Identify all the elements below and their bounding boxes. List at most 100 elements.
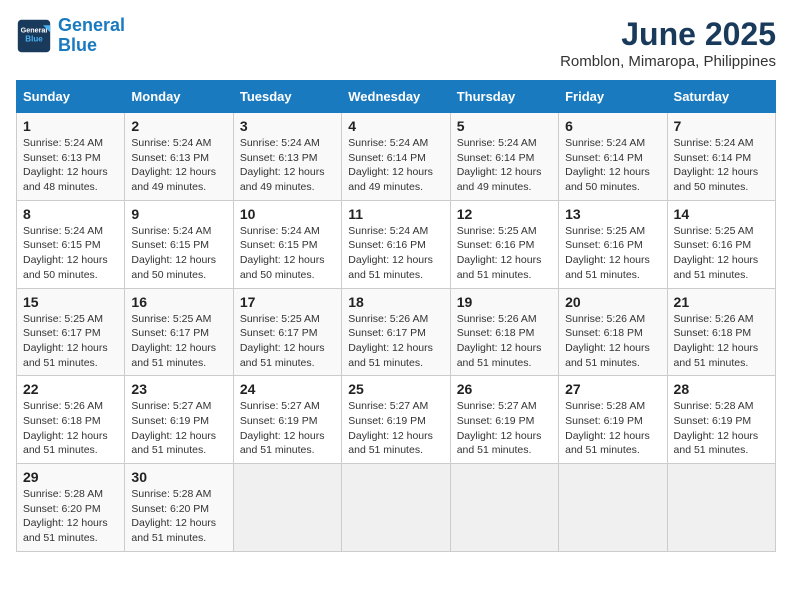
day-info: Sunrise: 5:24 AMSunset: 6:14 PMDaylight:…	[457, 137, 542, 193]
calendar-cell-29: 29 Sunrise: 5:28 AMSunset: 6:20 PMDayligh…	[17, 464, 125, 552]
logo-icon: General Blue	[16, 18, 52, 54]
day-info: Sunrise: 5:26 AMSunset: 6:18 PMDaylight:…	[23, 400, 108, 456]
day-number: 16	[131, 294, 226, 310]
calendar-cell-18: 18Sunrise: 5:26 AMSunset: 6:17 PMDayligh…	[342, 288, 450, 376]
day-number: 19	[457, 294, 552, 310]
day-number: 11	[348, 206, 443, 222]
day-info: Sunrise: 5:28 AMSunset: 6:19 PMDaylight:…	[565, 400, 650, 456]
calendar-cell-empty	[450, 464, 558, 552]
calendar-week-3: 15 Sunrise: 5:25 AMSunset: 6:17 PMDayligh…	[17, 288, 776, 376]
day-number: 24	[240, 381, 335, 397]
calendar-cell-25: 25 Sunrise: 5:27 AMSunset: 6:19 PMDayligh…	[342, 376, 450, 464]
calendar-week-1: 1 Sunrise: 5:24 AMSunset: 6:13 PMDaylight…	[17, 113, 776, 201]
day-info: Sunrise: 5:26 AMSunset: 6:18 PMDaylight:…	[457, 313, 542, 369]
svg-text:Blue: Blue	[25, 34, 43, 43]
day-info: Sunrise: 5:24 AMSunset: 6:14 PMDaylight:…	[674, 137, 759, 193]
day-info: Sunrise: 5:24 AMSunset: 6:15 PMDaylight:…	[23, 225, 108, 281]
logo-text: General Blue	[58, 16, 125, 56]
day-number: 29	[23, 469, 118, 485]
day-number: 17	[240, 294, 335, 310]
day-info: Sunrise: 5:26 AMSunset: 6:18 PMDaylight:…	[565, 313, 650, 369]
calendar-cell-empty	[559, 464, 667, 552]
calendar-table: SundayMondayTuesdayWednesdayThursdayFrid…	[16, 80, 776, 552]
day-info: Sunrise: 5:24 AMSunset: 6:15 PMDaylight:…	[240, 225, 325, 281]
day-info: Sunrise: 5:26 AMSunset: 6:17 PMDaylight:…	[348, 313, 433, 369]
calendar-cell-5: 5 Sunrise: 5:24 AMSunset: 6:14 PMDaylight…	[450, 113, 558, 201]
day-info: Sunrise: 5:25 AMSunset: 6:17 PMDaylight:…	[131, 313, 216, 369]
month-year: June 2025	[560, 16, 776, 53]
day-number: 2	[131, 118, 226, 134]
calendar-header-row: SundayMondayTuesdayWednesdayThursdayFrid…	[17, 81, 776, 113]
calendar-week-2: 8 Sunrise: 5:24 AMSunset: 6:15 PMDaylight…	[17, 200, 776, 288]
day-number: 20	[565, 294, 660, 310]
calendar-cell-30: 30 Sunrise: 5:28 AMSunset: 6:20 PMDayligh…	[125, 464, 233, 552]
calendar-cell-14: 14 Sunrise: 5:25 AMSunset: 6:16 PMDayligh…	[667, 200, 775, 288]
calendar-cell-11: 11 Sunrise: 5:24 AMSunset: 6:16 PMDayligh…	[342, 200, 450, 288]
day-number: 15	[23, 294, 118, 310]
calendar-cell-10: 10 Sunrise: 5:24 AMSunset: 6:15 PMDayligh…	[233, 200, 341, 288]
svg-text:General: General	[21, 25, 48, 34]
calendar-cell-4: 4 Sunrise: 5:24 AMSunset: 6:14 PMDaylight…	[342, 113, 450, 201]
calendar-cell-17: 17 Sunrise: 5:25 AMSunset: 6:17 PMDayligh…	[233, 288, 341, 376]
day-number: 13	[565, 206, 660, 222]
day-info: Sunrise: 5:24 AMSunset: 6:16 PMDaylight:…	[348, 225, 433, 281]
calendar-cell-12: 12 Sunrise: 5:25 AMSunset: 6:16 PMDayligh…	[450, 200, 558, 288]
day-number: 25	[348, 381, 443, 397]
calendar-cell-1: 1 Sunrise: 5:24 AMSunset: 6:13 PMDaylight…	[17, 113, 125, 201]
calendar-cell-8: 8 Sunrise: 5:24 AMSunset: 6:15 PMDaylight…	[17, 200, 125, 288]
calendar-week-5: 29 Sunrise: 5:28 AMSunset: 6:20 PMDayligh…	[17, 464, 776, 552]
day-number: 1	[23, 118, 118, 134]
day-info: Sunrise: 5:25 AMSunset: 6:16 PMDaylight:…	[674, 225, 759, 281]
calendar-cell-24: 24 Sunrise: 5:27 AMSunset: 6:19 PMDayligh…	[233, 376, 341, 464]
header-monday: Monday	[125, 81, 233, 113]
calendar-week-4: 22 Sunrise: 5:26 AMSunset: 6:18 PMDayligh…	[17, 376, 776, 464]
calendar-cell-26: 26Sunrise: 5:27 AMSunset: 6:19 PMDayligh…	[450, 376, 558, 464]
day-info: Sunrise: 5:24 AMSunset: 6:15 PMDaylight:…	[131, 225, 216, 281]
calendar-cell-27: 27 Sunrise: 5:28 AMSunset: 6:19 PMDayligh…	[559, 376, 667, 464]
day-number: 30	[131, 469, 226, 485]
day-number: 14	[674, 206, 769, 222]
day-number: 10	[240, 206, 335, 222]
day-number: 8	[23, 206, 118, 222]
calendar-cell-20: 20 Sunrise: 5:26 AMSunset: 6:18 PMDayligh…	[559, 288, 667, 376]
header-wednesday: Wednesday	[342, 81, 450, 113]
day-info: Sunrise: 5:25 AMSunset: 6:16 PMDaylight:…	[457, 225, 542, 281]
day-info: Sunrise: 5:27 AMSunset: 6:19 PMDaylight:…	[348, 400, 433, 456]
calendar-cell-22: 22 Sunrise: 5:26 AMSunset: 6:18 PMDayligh…	[17, 376, 125, 464]
day-info: Sunrise: 5:24 AMSunset: 6:13 PMDaylight:…	[131, 137, 216, 193]
page-header: General Blue General Blue June 2025 Romb…	[16, 16, 776, 70]
day-info: Sunrise: 5:27 AMSunset: 6:19 PMDaylight:…	[131, 400, 216, 456]
calendar-cell-15: 15 Sunrise: 5:25 AMSunset: 6:17 PMDayligh…	[17, 288, 125, 376]
calendar-cell-empty	[233, 464, 341, 552]
calendar-cell-empty	[667, 464, 775, 552]
calendar-cell-9: 9 Sunrise: 5:24 AMSunset: 6:15 PMDaylight…	[125, 200, 233, 288]
day-info: Sunrise: 5:24 AMSunset: 6:13 PMDaylight:…	[23, 137, 108, 193]
day-number: 28	[674, 381, 769, 397]
day-info: Sunrise: 5:25 AMSunset: 6:17 PMDaylight:…	[23, 313, 108, 369]
day-number: 4	[348, 118, 443, 134]
day-info: Sunrise: 5:28 AMSunset: 6:19 PMDaylight:…	[674, 400, 759, 456]
day-info: Sunrise: 5:27 AMSunset: 6:19 PMDaylight:…	[240, 400, 325, 456]
day-number: 12	[457, 206, 552, 222]
location: Romblon, Mimaropa, Philippines	[560, 53, 776, 70]
calendar-cell-3: 3Sunrise: 5:24 AMSunset: 6:13 PMDaylight…	[233, 113, 341, 201]
day-number: 7	[674, 118, 769, 134]
calendar-cell-16: 16 Sunrise: 5:25 AMSunset: 6:17 PMDayligh…	[125, 288, 233, 376]
day-info: Sunrise: 5:26 AMSunset: 6:18 PMDaylight:…	[674, 313, 759, 369]
day-info: Sunrise: 5:25 AMSunset: 6:17 PMDaylight:…	[240, 313, 325, 369]
day-info: Sunrise: 5:28 AMSunset: 6:20 PMDaylight:…	[131, 488, 216, 544]
day-number: 21	[674, 294, 769, 310]
calendar-cell-2: 2 Sunrise: 5:24 AMSunset: 6:13 PMDaylight…	[125, 113, 233, 201]
day-number: 3	[240, 118, 335, 134]
day-number: 27	[565, 381, 660, 397]
day-number: 9	[131, 206, 226, 222]
calendar-cell-empty	[342, 464, 450, 552]
day-info: Sunrise: 5:28 AMSunset: 6:20 PMDaylight:…	[23, 488, 108, 544]
day-number: 5	[457, 118, 552, 134]
day-info: Sunrise: 5:24 AMSunset: 6:14 PMDaylight:…	[348, 137, 433, 193]
day-info: Sunrise: 5:27 AMSunset: 6:19 PMDaylight:…	[457, 400, 542, 456]
calendar-cell-13: 13Sunrise: 5:25 AMSunset: 6:16 PMDayligh…	[559, 200, 667, 288]
day-number: 22	[23, 381, 118, 397]
header-tuesday: Tuesday	[233, 81, 341, 113]
calendar-cell-19: 19 Sunrise: 5:26 AMSunset: 6:18 PMDayligh…	[450, 288, 558, 376]
